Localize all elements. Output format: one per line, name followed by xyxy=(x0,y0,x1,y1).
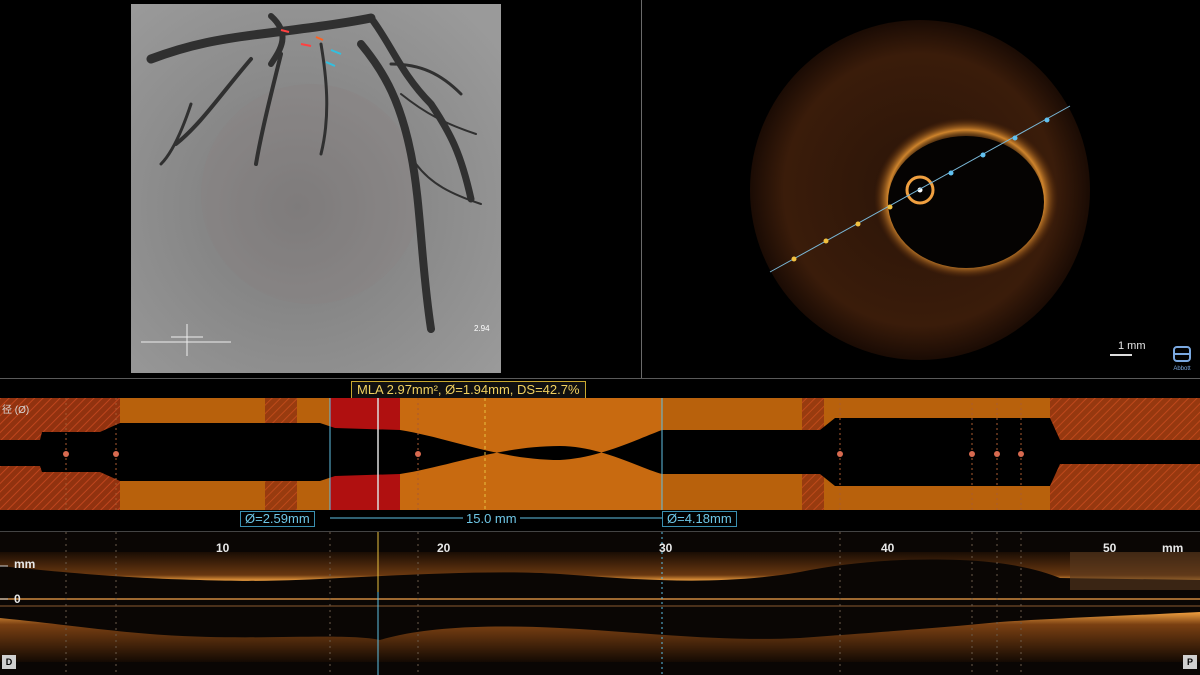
ruler-tick-10: 10 xyxy=(216,541,230,555)
panel-divider xyxy=(641,0,642,378)
oct-cross-section-image xyxy=(750,20,1090,360)
ruler-tick-40: 40 xyxy=(881,541,895,555)
depth-unit-label: mm xyxy=(14,557,36,571)
mla-measurement-label[interactable]: MLA 2.97mm², Ø=1.94mm, DS=42.7% xyxy=(351,381,586,399)
ruler-unit-label: mm xyxy=(1162,541,1184,555)
oct-scale-label: 1 mm xyxy=(1118,340,1146,352)
lesion-length-label: 15.0 mm xyxy=(463,511,520,526)
distal-end-button[interactable]: D xyxy=(2,655,16,669)
abbott-logo: Abbott xyxy=(1170,345,1194,373)
oct-cross-section[interactable] xyxy=(748,18,1092,362)
proximal-reference-diameter[interactable]: Ø=2.59mm xyxy=(240,511,315,527)
oct-scale-bar xyxy=(1110,354,1132,356)
lumen-profile-graph[interactable] xyxy=(0,398,1200,510)
ruler-tick-30: 30 xyxy=(659,541,673,555)
distal-reference-diameter[interactable]: Ø=4.18mm xyxy=(662,511,737,527)
angio-scale-note: 2.94 xyxy=(474,324,490,333)
angiogram-panel[interactable]: 2.94 xyxy=(131,4,501,373)
ruler-tick-20: 20 xyxy=(437,541,451,555)
reference-measure-line xyxy=(330,517,662,519)
longitudinal-oct-view[interactable] xyxy=(0,532,1200,675)
profile-axis-tag: 径 (Ø) xyxy=(2,405,30,416)
svg-text:Abbott: Abbott xyxy=(1173,366,1191,372)
proximal-end-button[interactable]: P xyxy=(1183,655,1197,669)
angiogram-image xyxy=(131,4,501,373)
depth-zero-label: 0 xyxy=(14,592,21,606)
view-divider xyxy=(0,378,1200,379)
ruler-tick-50: 50 xyxy=(1103,541,1117,555)
